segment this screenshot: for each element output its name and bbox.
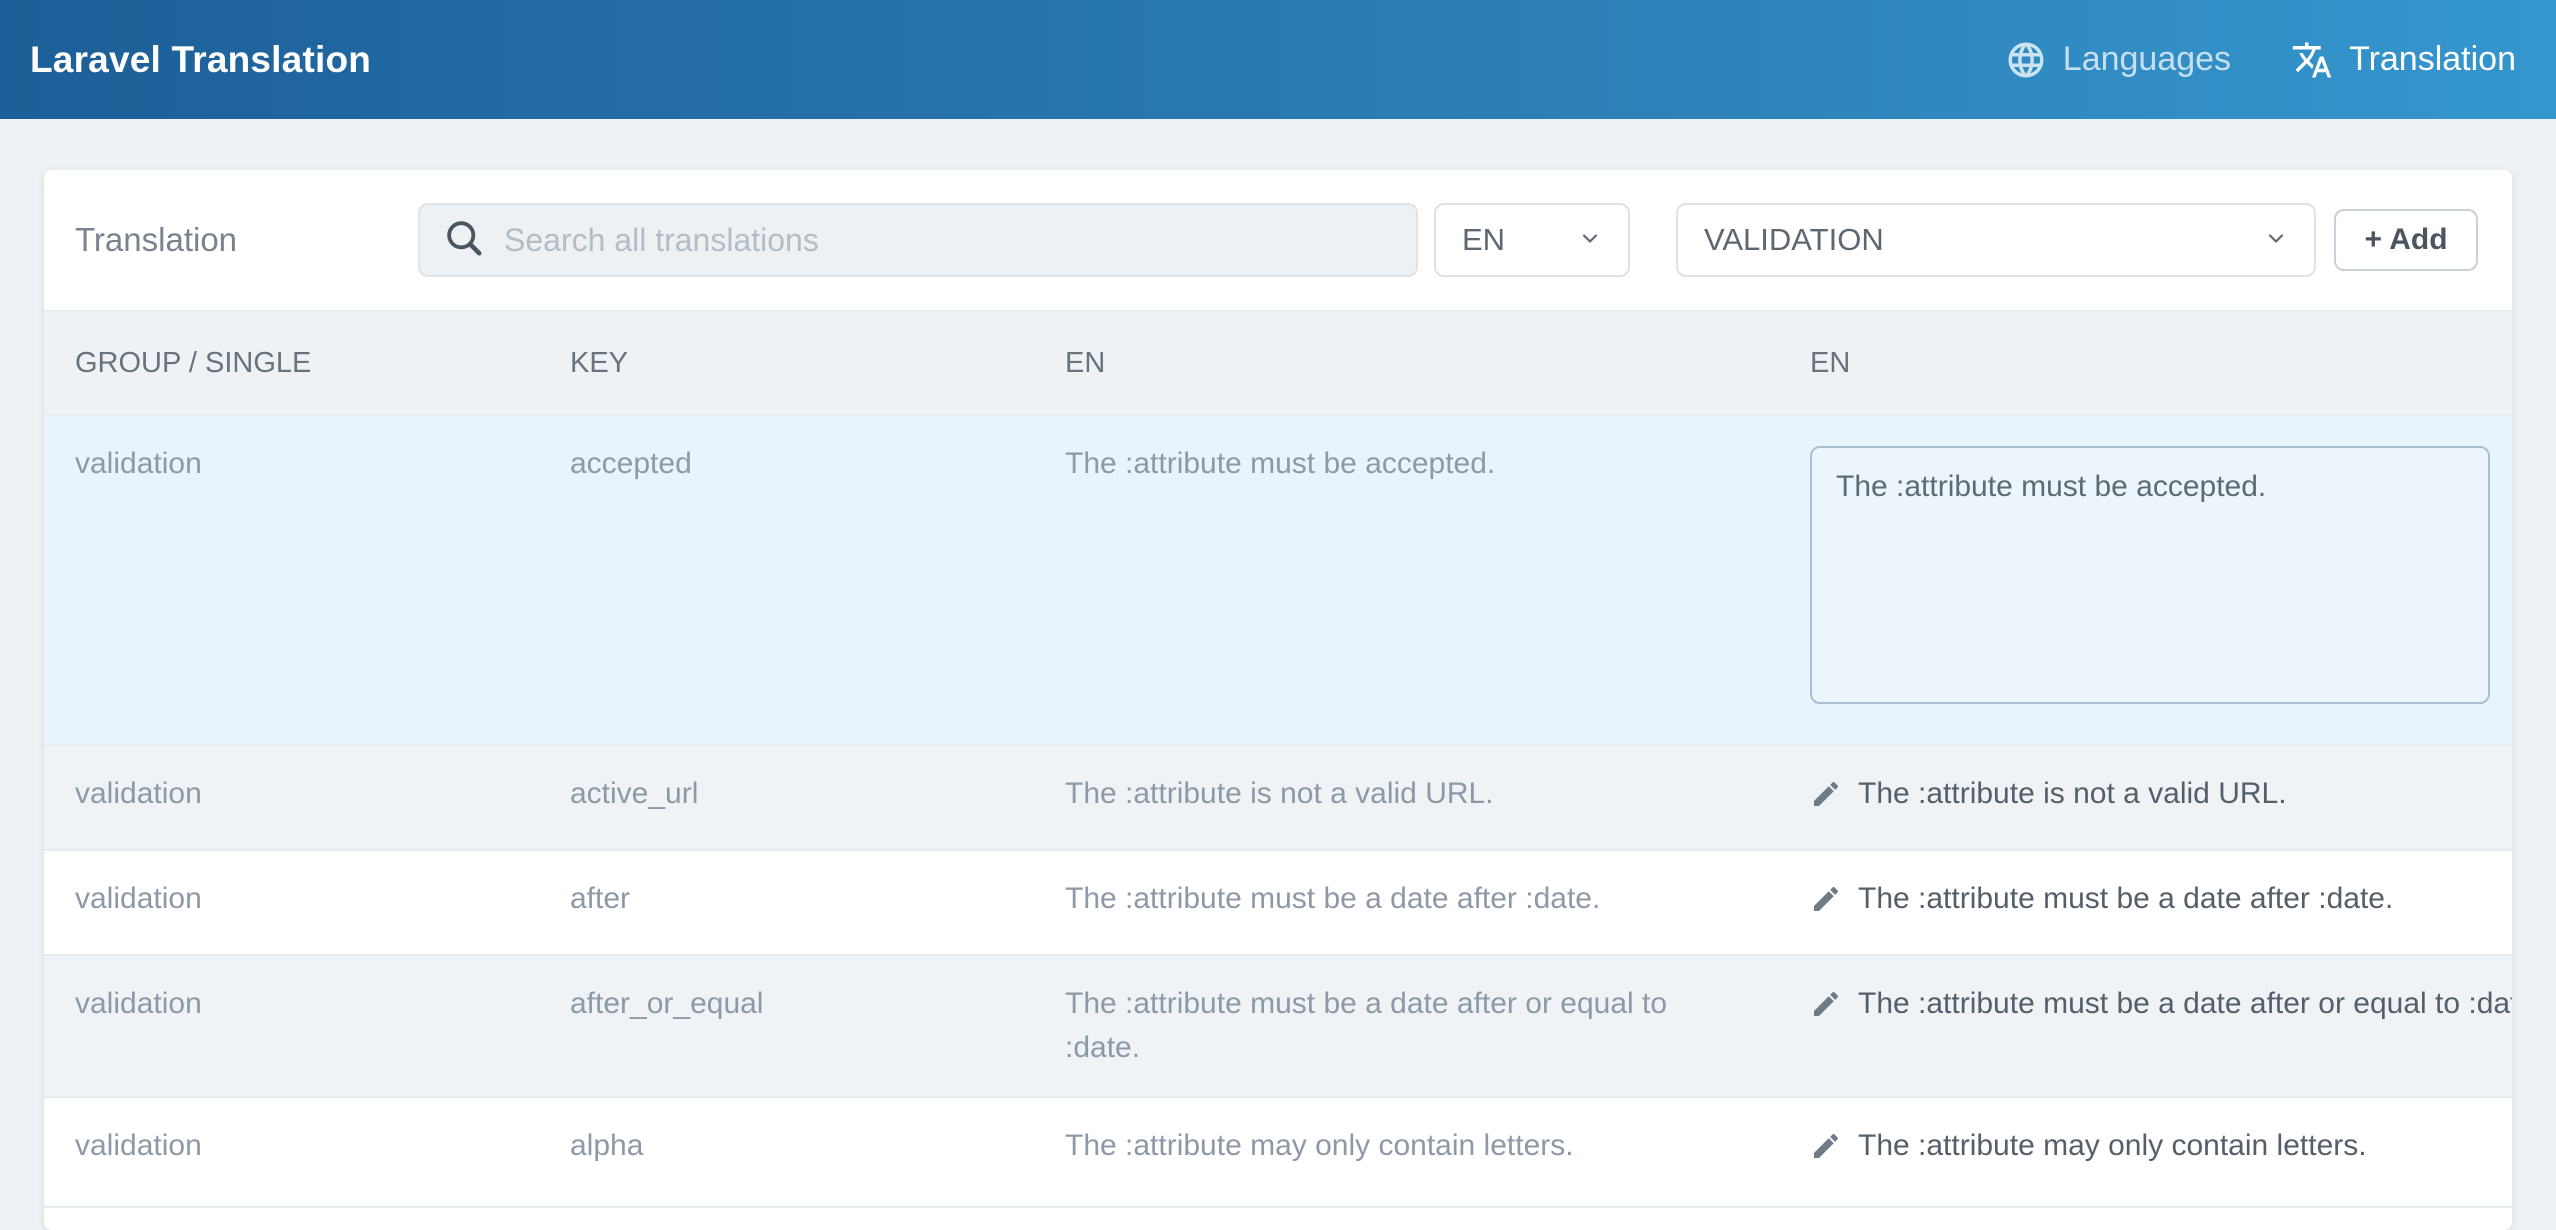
col-header-group: GROUP / SINGLE	[44, 311, 539, 414]
nav-languages-label: Languages	[2063, 40, 2231, 79]
toolbar-title: Translation	[75, 221, 418, 259]
table-row: validation after_or_equal The :attribute…	[44, 956, 2512, 1098]
translation-text: The :attribute must be a date after :dat…	[1858, 877, 2393, 921]
edit-pencil-icon[interactable]	[1810, 778, 1842, 823]
search-icon	[442, 216, 486, 265]
cell-key: accepted	[539, 416, 1034, 744]
cell-key: after	[539, 851, 1034, 954]
header-nav: Languages Translation	[2005, 39, 2516, 81]
chevron-down-icon	[2264, 222, 2288, 258]
col-header-key: KEY	[539, 311, 1034, 414]
group-select[interactable]: VALIDATION	[1676, 203, 2316, 277]
edit-pencil-icon[interactable]	[1810, 883, 1842, 928]
translation-text: The :attribute must be a date after or e…	[1858, 982, 2512, 1026]
cell-source: The :attribute is not a valid URL.	[1034, 746, 1779, 849]
cell-group: validation	[44, 746, 539, 849]
cell-source: The :attribute must be a date after or e…	[1034, 956, 1779, 1096]
translate-icon	[2291, 39, 2333, 81]
translation-card: Translation EN VALIDATION	[44, 170, 2512, 1230]
table-header-row: GROUP / SINGLE KEY EN EN	[44, 310, 2512, 416]
translation-text: The :attribute is not a valid URL.	[1858, 772, 2287, 816]
locale-select-value: EN	[1462, 222, 1505, 258]
col-header-source: EN	[1034, 311, 1779, 414]
cell-key: after_or_equal	[539, 956, 1034, 1096]
add-button[interactable]: + Add	[2334, 209, 2478, 271]
locale-select[interactable]: EN	[1434, 203, 1630, 277]
cell-translation[interactable]: The :attribute may only contain letters.	[1779, 1098, 2512, 1206]
table-row: validation alpha The :attribute may only…	[44, 1098, 2512, 1208]
chevron-down-icon	[1578, 222, 1602, 258]
col-header-target: EN	[1779, 311, 2512, 414]
cell-translation[interactable]: The :attribute must be a date after :dat…	[1779, 851, 2512, 954]
cell-source: The :attribute may only contain letters.	[1034, 1098, 1779, 1206]
cell-key: active_url	[539, 746, 1034, 849]
translation-edit-textarea[interactable]: The :attribute must be accepted.	[1810, 446, 2490, 704]
globe-icon	[2005, 39, 2047, 81]
cell-translation[interactable]: The :attribute must be a date after or e…	[1779, 956, 2512, 1096]
table-row: validation after The :attribute must be …	[44, 851, 2512, 956]
group-select-value: VALIDATION	[1704, 222, 1884, 258]
app-header: Laravel Translation Languages Translatio…	[0, 0, 2556, 119]
cell-translation[interactable]: The :attribute is not a valid URL.	[1779, 746, 2512, 849]
cell-group: validation	[44, 956, 539, 1096]
cell-translation: The :attribute must be accepted.	[1779, 416, 2512, 744]
edit-pencil-icon[interactable]	[1810, 1130, 1842, 1175]
cell-source: The :attribute must be accepted.	[1034, 416, 1779, 744]
cell-source: The :attribute must be a date after :dat…	[1034, 851, 1779, 954]
table-row: validation accepted The :attribute must …	[44, 416, 2512, 746]
table-row: validation active_url The :attribute is …	[44, 746, 2512, 851]
app-title[interactable]: Laravel Translation	[30, 39, 371, 81]
nav-languages[interactable]: Languages	[2005, 39, 2231, 81]
nav-translation[interactable]: Translation	[2291, 39, 2516, 81]
cell-group: validation	[44, 416, 539, 744]
search-input[interactable]	[504, 222, 1394, 259]
cell-group: validation	[44, 851, 539, 954]
edit-pencil-icon[interactable]	[1810, 988, 1842, 1033]
toolbar: Translation EN VALIDATION	[44, 170, 2512, 310]
cell-key: alpha	[539, 1098, 1034, 1206]
nav-translation-label: Translation	[2349, 40, 2516, 79]
translation-text: The :attribute may only contain letters.	[1858, 1124, 2367, 1168]
search-box	[418, 203, 1418, 277]
cell-group: validation	[44, 1098, 539, 1206]
